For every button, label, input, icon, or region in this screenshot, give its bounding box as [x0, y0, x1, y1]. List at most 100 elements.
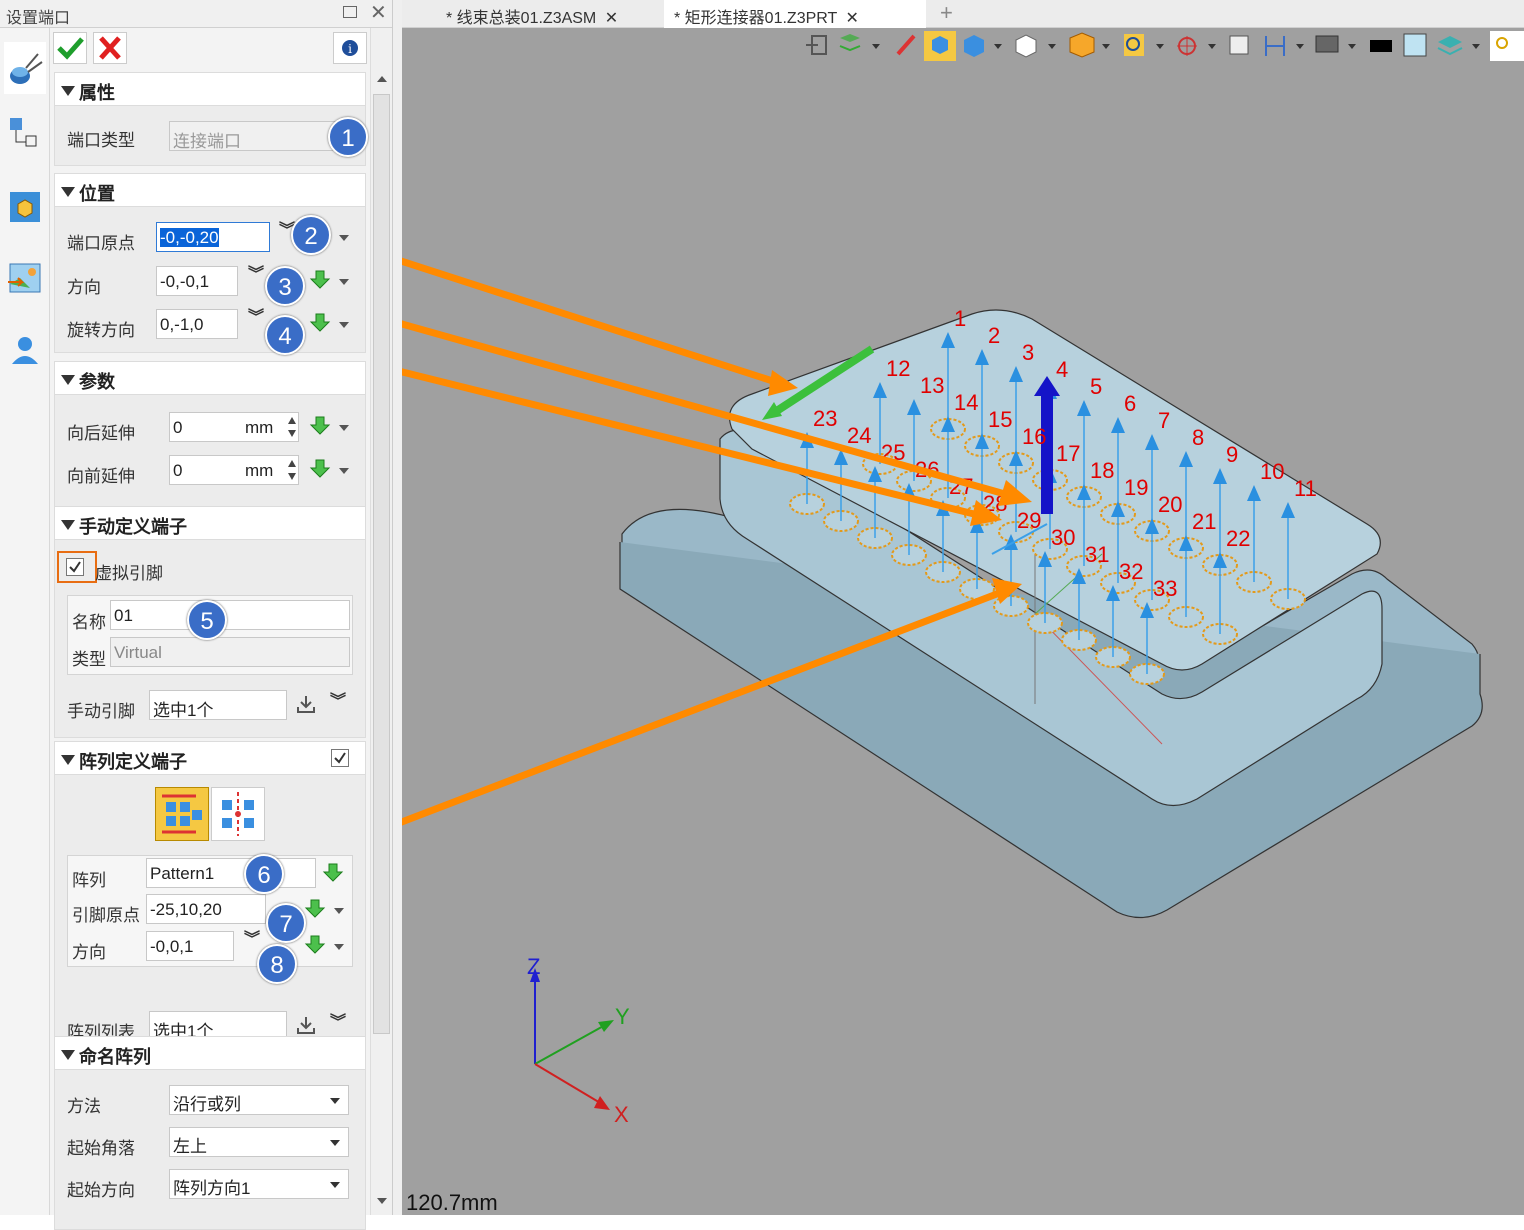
scroll-down-icon[interactable] — [375, 1196, 389, 1206]
section-position-header[interactable]: 位置 — [54, 173, 366, 207]
close-icon[interactable]: ✕ — [845, 10, 858, 27]
panel-scrollbar[interactable] — [370, 28, 392, 1215]
frame-icon[interactable] — [1229, 35, 1249, 55]
pick-arrow-icon[interactable] — [304, 898, 326, 920]
start-dir-label: 起始方向 — [67, 1181, 135, 1200]
callout-badge: 4 — [265, 315, 305, 355]
chevron-down-icon[interactable]: ︾ — [244, 932, 260, 948]
close-panel-icon[interactable]: ✕ — [370, 0, 387, 25]
section-manual-header[interactable]: 手动定义端子 — [54, 506, 366, 540]
light-blue-color-icon[interactable] — [1403, 33, 1427, 57]
white-cube-icon[interactable] — [1015, 34, 1056, 58]
pen-icon[interactable] — [896, 34, 916, 56]
download-icon[interactable] — [295, 1014, 317, 1036]
chevron-down-icon[interactable]: ︾ — [248, 267, 264, 283]
pin-number-label: 11 — [1294, 476, 1317, 501]
connector-tool-icon[interactable] — [4, 42, 46, 94]
section-parameters-header[interactable]: 参数 — [54, 361, 366, 395]
rotation-input[interactable]: 0,-1,0 — [156, 309, 238, 339]
pin-panel-icon[interactable] — [343, 6, 357, 18]
pin-number-label: 8 — [1192, 425, 1204, 450]
tab-part[interactable]: * 矩形连接器01.Z3PRT ✕ — [664, 0, 926, 28]
pin-origin-input[interactable]: -25,10,20 — [146, 894, 266, 924]
array-enable-checkbox[interactable] — [331, 749, 349, 767]
chevron-down-icon[interactable]: ︾ — [248, 310, 264, 326]
tab-assembly[interactable]: * 线束总装01.Z3ASM ✕ — [436, 0, 668, 28]
pin-number-label: 29 — [1017, 508, 1041, 533]
display-icon[interactable] — [1315, 35, 1356, 53]
caret-down-icon[interactable] — [339, 322, 349, 328]
new-tab-button[interactable]: + — [930, 0, 963, 28]
image-export-icon[interactable] — [6, 260, 44, 298]
caret-down-icon[interactable] — [339, 235, 349, 241]
pick-arrow-icon[interactable] — [304, 934, 326, 956]
pick-arrow-icon[interactable] — [309, 312, 331, 334]
pattern-input[interactable]: Pattern1 — [146, 858, 316, 888]
caret-down-icon[interactable] — [339, 468, 349, 474]
zoom-fit-icon[interactable] — [1124, 34, 1164, 56]
assembly-tree-icon[interactable] — [6, 114, 44, 152]
pick-arrow-icon[interactable] — [309, 458, 331, 480]
array-params-group: 阵列 Pattern1 引脚原点 -25,10,20 方向 -0,0,1 ︾ — [67, 855, 353, 967]
cube-view-icon[interactable] — [964, 35, 1002, 57]
pin-number-label: 13 — [920, 373, 944, 398]
layer-stack-icon[interactable] — [1437, 36, 1480, 56]
direction-input[interactable]: -0,-0,1 — [156, 266, 238, 296]
caret-down-icon[interactable] — [334, 944, 344, 950]
black-color-icon[interactable] — [1370, 40, 1392, 52]
front-extend-input[interactable]: 0 mm — [169, 455, 299, 485]
chevron-down-icon[interactable]: ︾ — [330, 1015, 346, 1031]
dimension-icon[interactable] — [1265, 36, 1304, 56]
ok-button[interactable] — [53, 32, 87, 64]
light-bulb-icon[interactable] — [1490, 31, 1524, 61]
virtual-pin-checkbox[interactable] — [66, 558, 84, 576]
chevron-down-icon[interactable]: ︾ — [330, 694, 346, 710]
unit-label: mm — [245, 461, 274, 480]
pin-number-label: 5 — [1090, 374, 1102, 399]
origin-input[interactable]: -0,-0,20 — [156, 222, 270, 252]
caret-down-icon[interactable] — [339, 425, 349, 431]
section-attributes-body: 端口类型 连接端口 — [54, 106, 366, 166]
pick-arrow-icon[interactable] — [322, 862, 344, 884]
pin-number-label: 23 — [813, 406, 837, 431]
scroll-thumb[interactable] — [373, 94, 390, 1034]
spin-buttons-icon[interactable] — [285, 412, 299, 442]
pin-number-label: 19 — [1124, 475, 1148, 500]
caret-down-icon[interactable] — [334, 908, 344, 914]
corner-select[interactable]: 左上 — [169, 1127, 349, 1157]
back-extend-input[interactable]: 0 mm — [169, 412, 299, 442]
layers-icon[interactable] — [839, 34, 880, 52]
pick-arrow-icon[interactable] — [309, 269, 331, 291]
section-view-icon[interactable] — [1069, 32, 1110, 58]
mirror-pattern-button[interactable] — [211, 787, 265, 841]
close-icon[interactable]: ✕ — [605, 10, 618, 27]
array-direction-input[interactable]: -0,0,1 — [146, 931, 234, 961]
section-naming-header[interactable]: 命名阵列 — [54, 1036, 366, 1070]
cancel-button[interactable] — [93, 32, 127, 64]
document-tabs: * 线束总装01.Z3ASM ✕ * 矩形连接器01.Z3PRT ✕ + — [402, 0, 1524, 28]
section-attributes-header[interactable]: 属性 — [54, 72, 366, 106]
caret-down-icon[interactable] — [339, 279, 349, 285]
manual-pin-input[interactable]: 选中1个 — [149, 690, 287, 720]
manual-pin-label: 手动引脚 — [67, 702, 135, 721]
crosshair-icon[interactable] — [1177, 36, 1216, 56]
pin-number-label: 18 — [1090, 458, 1114, 483]
shaded-view-icon[interactable] — [924, 31, 956, 61]
pin-number-label: 10 — [1260, 459, 1284, 484]
start-dir-select[interactable]: 阵列方向1 — [169, 1169, 349, 1199]
method-select[interactable]: 沿行或列 — [169, 1085, 349, 1115]
spin-buttons-icon[interactable] — [285, 455, 299, 485]
user-icon[interactable] — [6, 332, 44, 370]
panel-splitter[interactable] — [392, 0, 402, 1215]
download-icon[interactable] — [295, 693, 317, 715]
pick-arrow-icon[interactable] — [309, 415, 331, 437]
info-button[interactable]: i — [333, 32, 367, 64]
name-input[interactable]: 01 — [110, 600, 350, 630]
section-array-header[interactable]: 阵列定义端子 — [54, 741, 366, 775]
exit-icon[interactable] — [806, 35, 827, 55]
front-extend-value: 0 — [173, 461, 183, 480]
linear-pattern-button[interactable] — [155, 787, 209, 841]
3d-viewport[interactable]: 1 2 3 4 5 6 7 8 9 10 11 12 13 14 15 16 17 18 19 20 21 22 23 24 2… — [402, 64, 1524, 1215]
scroll-up-icon[interactable] — [375, 74, 389, 84]
part-view-icon[interactable] — [6, 188, 44, 226]
